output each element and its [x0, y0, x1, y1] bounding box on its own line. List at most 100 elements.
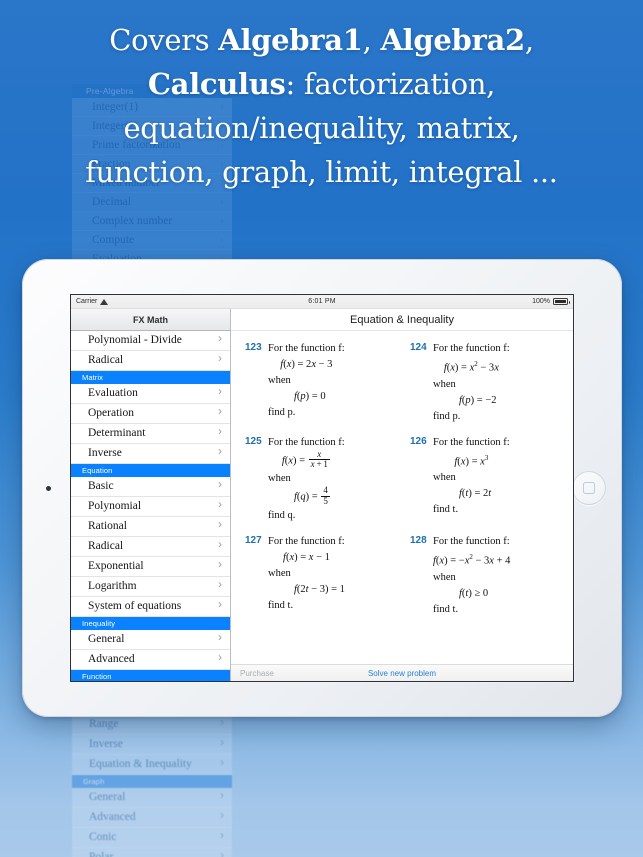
sidebar-section-inequality: Inequality — [71, 617, 230, 630]
problem-formula: f(x) = xx + 1 — [281, 448, 330, 469]
problem-number: 128 — [410, 535, 427, 547]
problem-formula: f(x) = x3 — [454, 453, 489, 468]
background-menu-item: Conic — [72, 828, 232, 848]
headline-line-4: function, graph, limit, integral ... — [85, 155, 558, 189]
problem-when-label: when — [268, 473, 291, 485]
problem-number: 123 — [245, 342, 262, 353]
background-menu-item: Range — [72, 715, 232, 735]
screenshot-stage: Pre-Algebra Integer(1) Integer(2) Prime … — [0, 0, 643, 857]
sidebar-item-determinant[interactable]: Determinant — [71, 424, 230, 444]
problem-when-label: when — [268, 568, 291, 580]
front-camera-icon — [46, 486, 51, 491]
problem-number: 125 — [245, 435, 262, 447]
problem-find-label: find p. — [433, 410, 461, 422]
problem-formula: f(x) = 2x − 3 — [280, 359, 333, 370]
problem-formula: f(x) = x2 − 3x — [443, 360, 499, 374]
background-menu-item: Inverse — [72, 735, 232, 755]
problem-formula: f(x) = x − 1 — [283, 552, 330, 564]
background-menu-item: Advanced — [72, 808, 232, 828]
background-menu-item: Equation & Inequality — [72, 755, 232, 775]
problem-when-label: when — [433, 472, 456, 483]
problem-statement: For the function f: — [268, 536, 345, 548]
problem-number: 124 — [410, 342, 427, 353]
background-menu-section: Graph — [72, 775, 232, 788]
problem-condition: f(t) ≥ 0 — [459, 587, 489, 599]
problem-number: 126 — [410, 435, 427, 447]
problem-item[interactable]: 126 For the function f: f(x) = x3 when f… — [402, 435, 567, 524]
battery-full-icon — [553, 298, 570, 305]
problem-statement: For the function f: — [433, 436, 510, 448]
problem-formula: f(x) = −x2 − 3x + 4 — [433, 553, 511, 567]
problem-find-label: find p. — [268, 407, 296, 418]
sidebar-item-equation-polynomial[interactable]: Polynomial — [71, 497, 230, 517]
sidebar-item-matrix-evaluation[interactable]: Evaluation — [71, 384, 230, 404]
ipad-device: Carrier 6:01 PM 100% FX Math Polynomial … — [22, 259, 622, 717]
problem-condition: f(p) = −2 — [459, 394, 497, 406]
problem-item[interactable]: 127 For the function f: f(x) = x − 1 whe… — [237, 534, 402, 617]
problem-body: For the function f: f(x) = x2 − 3x when … — [433, 341, 510, 424]
background-menu-item: Compute — [72, 231, 232, 250]
problem-statement: For the function f: — [433, 536, 510, 548]
problem-item[interactable]: 123 For the function f: f(x) = 2x − 3 wh… — [237, 341, 402, 424]
problem-statement: For the function f: — [268, 343, 345, 354]
app-body: FX Math Polynomial - Divide Radical Matr… — [71, 309, 573, 681]
app-sidebar[interactable]: FX Math Polynomial - Divide Radical Matr… — [71, 309, 231, 681]
device-screen: Carrier 6:01 PM 100% FX Math Polynomial … — [71, 295, 573, 681]
background-menu-item: Complex number — [72, 212, 232, 231]
background-menu-item: Polar — [72, 848, 232, 857]
home-button[interactable] — [572, 471, 606, 505]
problem-condition: f(p) = 0 — [294, 391, 326, 402]
problem-find-label: find t. — [433, 504, 459, 515]
background-menu-item: Decimal — [72, 193, 232, 212]
problem-item[interactable]: 124 For the function f: f(x) = x2 − 3x w… — [402, 341, 567, 424]
sidebar-item-equation-logarithm[interactable]: Logarithm — [71, 577, 230, 597]
sidebar-item-system-of-equations[interactable]: System of equations — [71, 597, 230, 617]
app-footer-bar: Purchase Solve new problem — [231, 664, 573, 681]
problem-body: For the function f: f(x) = x3 when f(t) … — [433, 435, 510, 524]
problem-number: 127 — [245, 535, 262, 547]
battery-percent-label: 100% — [532, 298, 550, 305]
headline-line-3: equation/inequality, matrix, — [123, 111, 520, 145]
ios-status-bar: Carrier 6:01 PM 100% — [71, 295, 573, 309]
headline-line-2: Calculus: factorization, — [147, 67, 496, 101]
problem-condition: f(q) = 45 — [294, 485, 330, 506]
carrier-label: Carrier — [76, 298, 98, 305]
headline-line-1: Covers Algebra1, Algebra2, — [109, 23, 534, 57]
sidebar-item-equation-rational[interactable]: Rational — [71, 517, 230, 537]
content-pane: Equation & Inequality 123 For the functi… — [231, 309, 573, 681]
sidebar-item-equation-exponential[interactable]: Exponential — [71, 557, 230, 577]
problem-body: For the function f: f(x) = −x2 − 3x + 4 … — [433, 534, 510, 617]
sidebar-item-equation-radical[interactable]: Radical — [71, 537, 230, 557]
problem-condition: f(t) = 2t — [459, 488, 492, 499]
status-bar-left: Carrier — [76, 298, 196, 305]
problem-find-label: find t. — [268, 600, 294, 612]
marketing-headline: Covers Algebra1, Algebra2, Calculus: fac… — [0, 18, 643, 194]
status-bar-right: 100% — [448, 298, 570, 305]
problem-condition: f(2t − 3) = 1 — [294, 584, 345, 596]
sidebar-item-inequality-general[interactable]: General — [71, 630, 230, 650]
app-nav-title: FX Math — [71, 309, 230, 331]
problem-item[interactable]: 125 For the function f: f(x) = xx + 1 wh… — [237, 435, 402, 524]
sidebar-section-matrix: Matrix — [71, 371, 230, 384]
problem-find-label: find q. — [268, 510, 296, 522]
wifi-icon — [100, 298, 109, 305]
problem-statement: For the function f: — [268, 436, 345, 448]
sidebar-item-inequality-advanced[interactable]: Advanced — [71, 650, 230, 670]
problem-body: For the function f: f(x) = x − 1 when f(… — [268, 534, 345, 617]
sidebar-item-matrix-operation[interactable]: Operation — [71, 404, 230, 424]
problem-find-label: find t. — [433, 603, 459, 615]
sidebar-section-function: Function — [71, 670, 230, 681]
sidebar-item-matrix-inverse[interactable]: Inverse — [71, 444, 230, 464]
sidebar-item-equation-basic[interactable]: Basic — [71, 477, 230, 497]
problem-when-label: when — [268, 375, 291, 386]
background-menu-item: General — [72, 788, 232, 808]
problem-grid: 123 For the function f: f(x) = 2x − 3 wh… — [231, 331, 573, 664]
sidebar-item-polynomial-divide[interactable]: Polynomial - Divide — [71, 331, 230, 351]
problem-when-label: when — [433, 378, 456, 390]
status-bar-clock: 6:01 PM — [308, 298, 336, 305]
problem-item[interactable]: 128 For the function f: f(x) = −x2 − 3x … — [402, 534, 567, 617]
sidebar-item-radical[interactable]: Radical — [71, 351, 230, 371]
solve-new-problem-button[interactable]: Solve new problem — [231, 669, 573, 678]
problem-statement: For the function f: — [433, 343, 510, 354]
problem-body: For the function f: f(x) = 2x − 3 when f… — [268, 341, 345, 424]
